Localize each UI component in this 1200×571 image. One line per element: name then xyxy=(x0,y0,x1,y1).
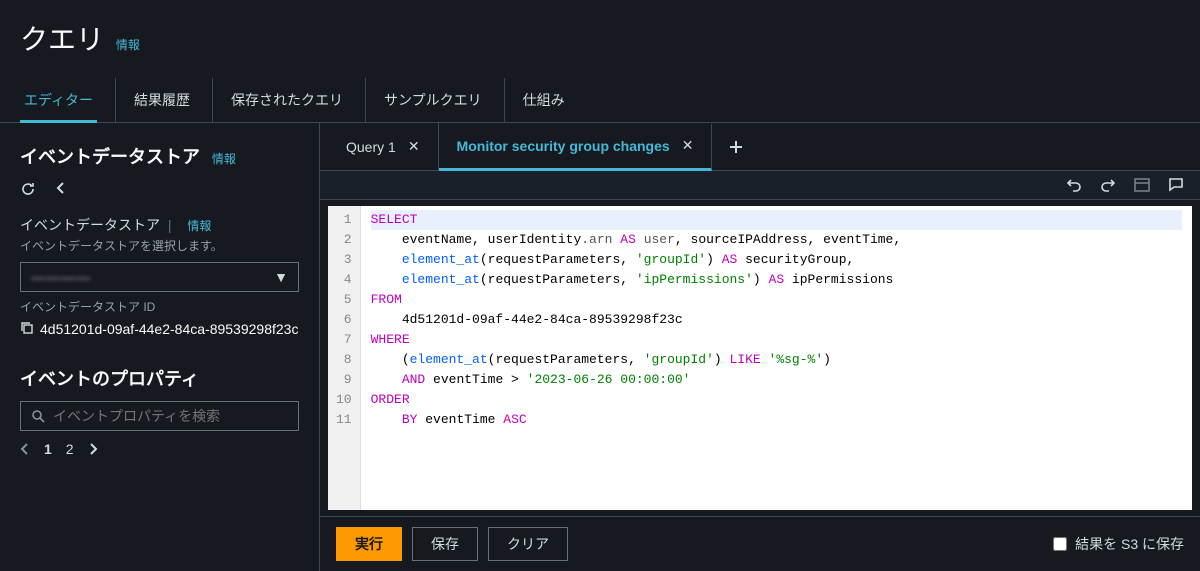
main-tabs: エディター 結果履歴 保存されたクエリ サンプルクエリ 仕組み xyxy=(0,78,1200,123)
run-button[interactable]: 実行 xyxy=(336,527,402,561)
datastore-hint: イベントデータストアを選択します。 xyxy=(20,237,299,254)
page-title: クエリ xyxy=(20,18,104,58)
file-tab-label: Query 1 xyxy=(346,139,396,155)
datastore-label: イベントデータストア xyxy=(20,217,160,233)
save-to-s3-input[interactable] xyxy=(1053,537,1067,551)
datastore-id-label: イベントデータストア ID xyxy=(20,298,299,315)
pager-page-2[interactable]: 2 xyxy=(66,441,74,457)
code-editor[interactable]: 1234567891011 SELECT eventName, userIden… xyxy=(328,206,1192,510)
refresh-icon[interactable] xyxy=(20,181,36,197)
pager-page-1[interactable]: 1 xyxy=(44,441,52,457)
undo-icon[interactable] xyxy=(1066,177,1082,193)
close-icon[interactable]: ✕ xyxy=(682,137,694,154)
datastore-select[interactable]: ———— ▼ xyxy=(20,262,299,292)
save-to-s3-checkbox[interactable]: 結果を S3 に保存 xyxy=(1053,534,1184,554)
close-icon[interactable]: ✕ xyxy=(408,138,420,155)
pager-prev-icon[interactable] xyxy=(20,443,30,455)
save-to-s3-label: 結果を S3 に保存 xyxy=(1075,534,1184,554)
tab-how[interactable]: 仕組み xyxy=(504,78,569,122)
save-button[interactable]: 保存 xyxy=(412,527,478,561)
file-tab-label: Monitor security group changes xyxy=(457,138,670,154)
copy-icon[interactable] xyxy=(20,321,34,335)
tab-sample[interactable]: サンプルクエリ xyxy=(365,78,486,122)
datastore-info-link[interactable]: 情報 xyxy=(212,152,236,166)
clear-button[interactable]: クリア xyxy=(488,527,568,561)
file-tab-monitor[interactable]: Monitor security group changes ✕ xyxy=(439,124,713,171)
file-tab-query1[interactable]: Query 1 ✕ xyxy=(328,123,439,170)
datastore-title: イベントデータストア xyxy=(20,143,200,169)
datastore-selected-value: ———— xyxy=(31,269,91,285)
format-icon[interactable] xyxy=(1134,178,1150,192)
page-info-link[interactable]: 情報 xyxy=(116,38,140,52)
tab-history[interactable]: 結果履歴 xyxy=(115,78,194,122)
comment-icon[interactable] xyxy=(1168,177,1184,193)
properties-title: イベントのプロパティ xyxy=(20,365,199,391)
redo-icon[interactable] xyxy=(1100,177,1116,193)
tab-editor[interactable]: エディター xyxy=(20,78,97,122)
chevron-down-icon: ▼ xyxy=(274,269,288,285)
tab-saved[interactable]: 保存されたクエリ xyxy=(212,78,347,122)
datastore-id-value: 4d51201d-09af-44e2-84ca-89539298f23c xyxy=(40,321,298,337)
property-search-input[interactable] xyxy=(53,408,288,424)
datastore-label-info[interactable]: 情報 xyxy=(187,219,211,233)
add-tab-button[interactable] xyxy=(712,139,760,155)
pager-next-icon[interactable] xyxy=(88,443,98,455)
back-icon[interactable] xyxy=(54,181,68,197)
search-icon xyxy=(31,409,45,423)
property-search[interactable] xyxy=(20,401,299,431)
